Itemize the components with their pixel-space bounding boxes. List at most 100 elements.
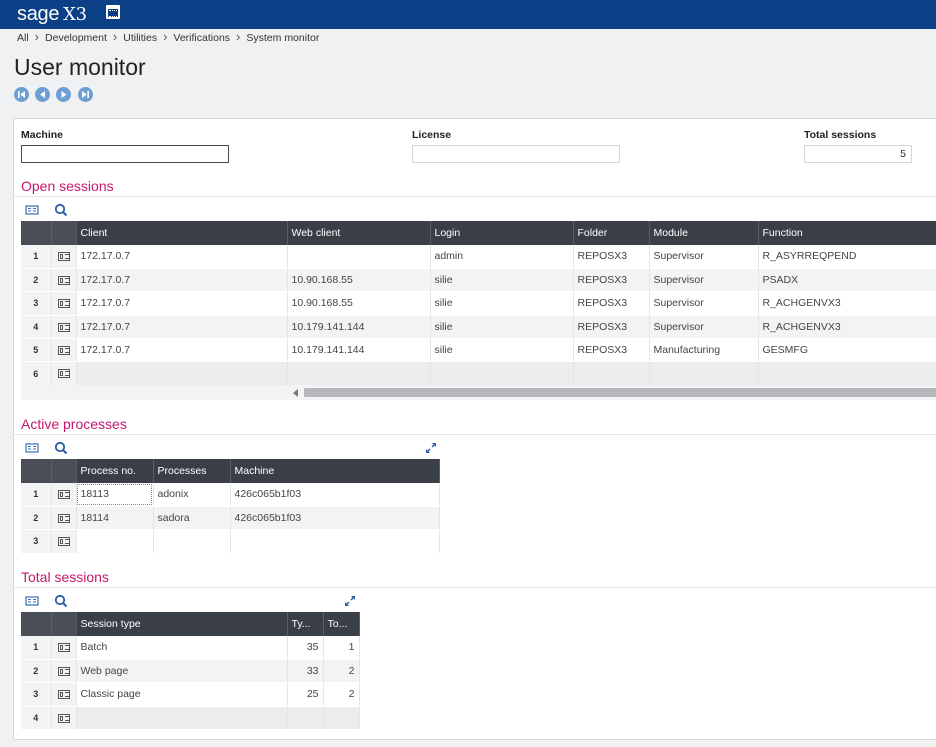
search-icon[interactable] [54, 441, 68, 455]
cell-total[interactable]: 1 [323, 636, 360, 660]
cell-session-type[interactable]: Classic page [76, 682, 288, 707]
table-row[interactable]: 5 172.17.0.7 10.179.141.144 silie REPOSX… [21, 338, 936, 363]
table-row[interactable]: 2 18114 sadora 426c065b1f03 [21, 506, 440, 531]
table-row[interactable]: 3 172.17.0.7 10.90.168.55 silie REPOSX3 … [21, 291, 936, 316]
cell-client[interactable]: 172.17.0.7 [76, 291, 288, 316]
cell-function[interactable]: R_ASYRREQPEND [758, 245, 936, 269]
empty-cell[interactable] [230, 529, 440, 554]
cell-web-client[interactable]: 10.179.141.144 [287, 315, 431, 340]
empty-cell[interactable] [573, 361, 650, 386]
empty-cell[interactable] [287, 361, 431, 386]
next-record-icon[interactable] [56, 87, 71, 102]
table-row[interactable]: 3 Classic page 25 2 [21, 682, 360, 707]
table-row[interactable]: 2 172.17.0.7 10.90.168.55 silie REPOSX3 … [21, 268, 936, 293]
table-options-icon[interactable] [25, 441, 39, 455]
cell-client[interactable]: 172.17.0.7 [76, 268, 288, 293]
cell-type[interactable]: 35 [287, 636, 324, 660]
column-header-client[interactable]: Client [76, 221, 288, 245]
row-detail-icon[interactable] [51, 338, 77, 363]
row-detail-icon[interactable] [51, 659, 77, 684]
breadcrumb-development[interactable]: Development [45, 32, 107, 44]
scroll-left-icon[interactable] [293, 389, 298, 397]
cell-module[interactable]: Supervisor [649, 268, 759, 293]
cell-module[interactable]: Supervisor [649, 315, 759, 340]
cell-machine[interactable]: 426c065b1f03 [230, 506, 440, 531]
row-detail-icon[interactable] [51, 268, 77, 293]
empty-table-row[interactable]: 4 [21, 706, 360, 731]
scrollbar-thumb[interactable] [304, 388, 936, 397]
expand-icon[interactable] [424, 441, 438, 455]
cell-web-client[interactable]: 10.90.168.55 [287, 291, 431, 316]
cell-module[interactable]: Supervisor [649, 291, 759, 316]
cell-process-no[interactable]: 18114 [76, 506, 154, 531]
cell-function[interactable]: GESMFG [758, 338, 936, 363]
cell-folder[interactable]: REPOSX3 [573, 315, 650, 340]
empty-cell[interactable] [287, 706, 324, 731]
column-header-machine[interactable]: Machine [230, 459, 440, 483]
breadcrumb-verifications[interactable]: Verifications [173, 32, 230, 44]
previous-record-icon[interactable] [35, 87, 50, 102]
breadcrumb-system-monitor[interactable]: System monitor [246, 32, 319, 44]
cell-login[interactable]: silie [430, 291, 574, 316]
cell-type[interactable]: 25 [287, 682, 324, 707]
table-row[interactable]: 1 172.17.0.7 admin REPOSX3 Supervisor R_… [21, 245, 936, 269]
empty-cell[interactable] [323, 706, 360, 731]
cell-process-no[interactable]: 18113 [76, 483, 154, 507]
cell-folder[interactable]: REPOSX3 [573, 291, 650, 316]
cell-processes[interactable]: sadora [153, 506, 231, 531]
column-header-type[interactable]: Ty... [287, 612, 324, 636]
empty-cell[interactable] [76, 361, 288, 386]
cell-processes[interactable]: adonix [153, 483, 231, 507]
cell-type[interactable]: 33 [287, 659, 324, 684]
empty-cell[interactable] [649, 361, 759, 386]
table-row[interactable]: 2 Web page 33 2 [21, 659, 360, 684]
cell-client[interactable]: 172.17.0.7 [76, 315, 288, 340]
row-detail-icon[interactable] [51, 315, 77, 340]
machine-field[interactable] [21, 145, 229, 163]
cell-folder[interactable]: REPOSX3 [573, 268, 650, 293]
cell-module[interactable]: Manufacturing [649, 338, 759, 363]
breadcrumb-utilities[interactable]: Utilities [123, 32, 157, 44]
row-detail-icon[interactable] [51, 706, 77, 731]
first-record-icon[interactable] [14, 87, 29, 102]
empty-cell[interactable] [430, 361, 574, 386]
empty-cell[interactable] [76, 706, 288, 731]
total-sessions-field[interactable]: 5 [804, 145, 912, 163]
cell-machine[interactable]: 426c065b1f03 [230, 483, 440, 507]
last-record-icon[interactable] [78, 87, 93, 102]
search-icon[interactable] [54, 203, 68, 217]
column-header-web-client[interactable]: Web client [287, 221, 431, 245]
table-row[interactable]: 1 18113 adonix 426c065b1f03 [21, 483, 440, 507]
cell-session-type[interactable]: Web page [76, 659, 288, 684]
cell-folder[interactable]: REPOSX3 [573, 338, 650, 363]
row-detail-icon[interactable] [51, 506, 77, 531]
table-options-icon[interactable] [25, 203, 39, 217]
cell-client[interactable]: 172.17.0.7 [76, 245, 288, 269]
table-options-icon[interactable] [25, 594, 39, 608]
cell-web-client[interactable]: 10.90.168.55 [287, 268, 431, 293]
cell-function[interactable]: R_ACHGENVX3 [758, 291, 936, 316]
cell-login[interactable]: admin [430, 245, 574, 269]
empty-cell[interactable] [76, 529, 154, 554]
row-detail-icon[interactable] [51, 361, 77, 386]
row-detail-icon[interactable] [51, 636, 77, 660]
cell-login[interactable]: silie [430, 338, 574, 363]
row-detail-icon[interactable] [51, 682, 77, 707]
cell-web-client[interactable]: 10.179.141.144 [287, 338, 431, 363]
search-icon[interactable] [54, 594, 68, 608]
cell-total[interactable]: 2 [323, 682, 360, 707]
column-header-folder[interactable]: Folder [573, 221, 650, 245]
row-detail-icon[interactable] [51, 291, 77, 316]
expand-icon[interactable] [343, 594, 357, 608]
column-header-module[interactable]: Module [649, 221, 759, 245]
column-header-total[interactable]: To... [323, 612, 360, 636]
cell-function[interactable]: PSADX [758, 268, 936, 293]
column-header-function[interactable]: Function [758, 221, 936, 245]
horizontal-scrollbar[interactable] [21, 385, 936, 400]
empty-cell[interactable] [153, 529, 231, 554]
cell-session-type[interactable]: Batch [76, 636, 288, 660]
row-detail-icon[interactable] [51, 483, 77, 507]
column-header-processes[interactable]: Processes [153, 459, 231, 483]
table-row[interactable]: 4 172.17.0.7 10.179.141.144 silie REPOSX… [21, 315, 936, 340]
column-header-session-type[interactable]: Session type [76, 612, 288, 636]
